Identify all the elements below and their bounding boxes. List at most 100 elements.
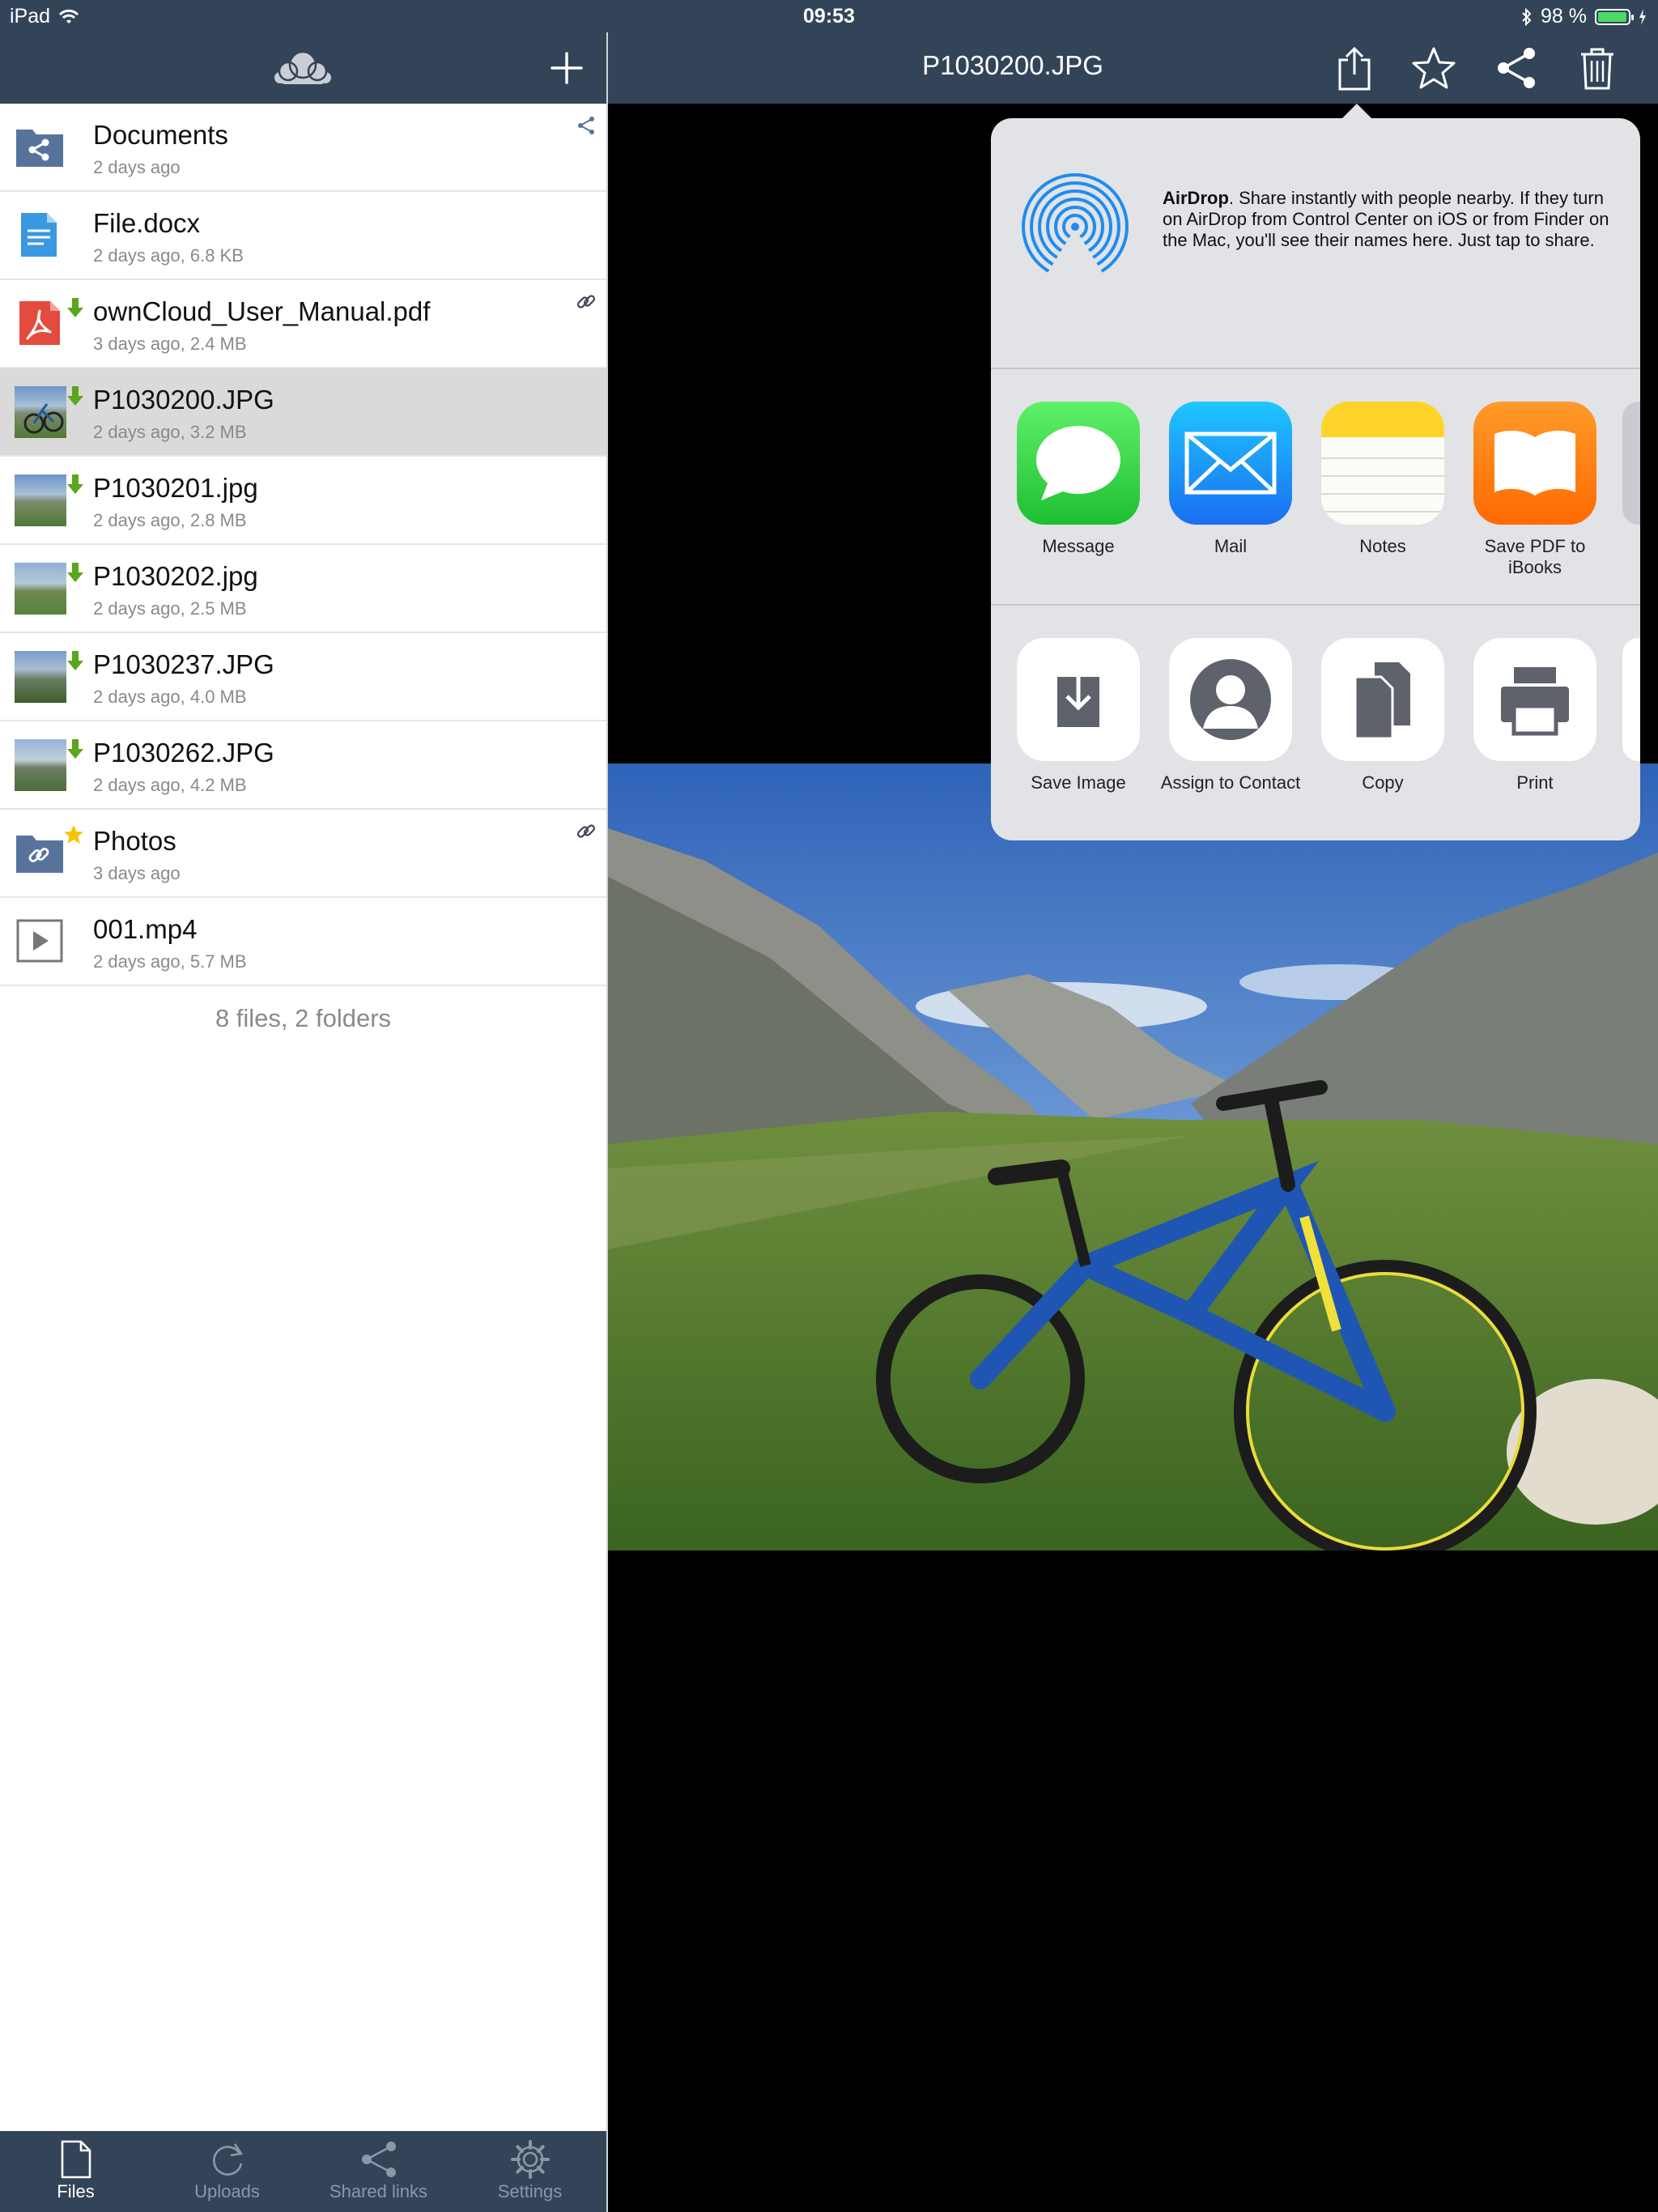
file-name: P1030237.JPG (93, 649, 274, 679)
file-meta: 2 days ago (93, 157, 181, 177)
image-thumbnail (15, 563, 66, 615)
share-label: Notes (1359, 536, 1406, 556)
image-thumbnail (15, 386, 66, 438)
link-icon (576, 824, 596, 838)
share-icon (361, 2142, 396, 2177)
owncloud-logo-icon[interactable] (272, 47, 334, 87)
mail-icon (1169, 402, 1292, 525)
file-meta: 2 days ago, 4.2 MB (93, 775, 247, 795)
downloaded-icon (67, 298, 83, 317)
airdrop-section[interactable]: AirDrop. Share instantly with people nea… (991, 118, 1640, 369)
more-actions-peek[interactable] (1622, 638, 1640, 761)
file-name: File.docx (93, 208, 201, 238)
more-apps-peek[interactable] (1622, 402, 1640, 525)
document-icon (21, 213, 57, 257)
list-item[interactable]: P1030200.JPG 2 days ago, 3.2 MB (0, 368, 606, 457)
open-in-button[interactable] (1329, 42, 1380, 94)
airdrop-title: AirDrop (1163, 188, 1229, 208)
assign-contact-button[interactable]: Assign to Contact (1154, 638, 1307, 793)
file-name: 001.mp4 (93, 914, 198, 944)
downloaded-icon (67, 739, 83, 759)
list-item[interactable]: P1030201.jpg 2 days ago, 2.8 MB (0, 457, 606, 545)
notes-icon (1321, 402, 1444, 525)
star-icon (1412, 47, 1456, 89)
share-label: Mail (1214, 536, 1248, 556)
contact-icon (1169, 638, 1292, 761)
message-icon (1017, 402, 1140, 525)
list-item[interactable]: 001.mp4 2 days ago, 5.7 MB (0, 898, 606, 986)
file-count-summary: 8 files, 2 folders (215, 1004, 392, 1032)
file-name: P1030200.JPG (93, 385, 274, 415)
list-item[interactable]: Documents 2 days ago (0, 104, 606, 192)
file-name: Documents (93, 120, 228, 150)
file-name: ownCloud_User_Manual.pdf (93, 296, 431, 326)
image-thumbnail (15, 739, 66, 791)
charging-bolt-icon (1639, 8, 1646, 25)
share-notes-button[interactable]: Notes (1307, 402, 1459, 557)
downloaded-icon (67, 474, 83, 494)
action-label: Save Image (1031, 772, 1126, 793)
preview-nav-bar: P1030200.JPG (608, 32, 1658, 104)
share-label: Message (1042, 536, 1115, 556)
list-item[interactable]: File.docx 2 days ago, 6.8 KB (0, 192, 606, 280)
file-list: Documents 2 days ago File.docx 2 days ag… (0, 104, 606, 1033)
image-thumbnail (15, 474, 66, 526)
link-folder-icon (16, 836, 63, 873)
file-meta: 2 days ago, 6.8 KB (93, 245, 244, 266)
airdrop-icon (1022, 173, 1129, 283)
files-nav-bar (0, 32, 606, 104)
copy-icon (1321, 638, 1444, 761)
file-name: P1030201.jpg (93, 473, 258, 503)
save-image-button[interactable]: Save Image (1002, 638, 1154, 793)
bluetooth-icon (1522, 7, 1532, 26)
share-sheet-arrow (1341, 104, 1373, 120)
favorite-button[interactable] (1408, 42, 1460, 94)
share-button[interactable] (1490, 42, 1542, 94)
file-meta: 2 days ago, 2.5 MB (93, 598, 247, 619)
battery-percent: 98 % (1541, 5, 1587, 28)
video-icon (16, 919, 63, 963)
status-bar: iPad 09:53 98 % (0, 0, 1658, 32)
file-meta: 3 days ago (93, 863, 181, 883)
action-label: Print (1516, 772, 1554, 793)
share-mail-button[interactable]: Mail (1154, 402, 1307, 557)
file-meta: 2 days ago, 5.7 MB (93, 951, 247, 972)
gear-icon (510, 2140, 550, 2179)
battery-fill (1598, 11, 1626, 22)
share-label: Save PDF to iBooks (1484, 536, 1586, 577)
trash-icon (1581, 48, 1613, 90)
share-message-button[interactable]: Message (1002, 402, 1154, 557)
downloaded-icon (67, 386, 83, 406)
refresh-icon (212, 2143, 243, 2176)
file-name: P1030262.JPG (93, 738, 274, 768)
preview-title: P1030200.JPG (922, 50, 1103, 80)
link-icon (576, 295, 596, 308)
delete-button[interactable] (1571, 42, 1623, 94)
open-in-icon (1338, 46, 1371, 91)
file-icon (61, 2140, 91, 2179)
share-ibooks-button[interactable]: Save PDF to iBooks (1459, 402, 1611, 578)
tab-files[interactable]: Files (0, 2131, 151, 2212)
file-meta: 2 days ago, 4.0 MB (93, 687, 247, 707)
print-button[interactable]: Print (1459, 638, 1611, 793)
list-item[interactable]: ownCloud_User_Manual.pdf 3 days ago, 2.4… (0, 280, 606, 368)
share-actions-row: Save Image Assign to Contact Copy Print (991, 606, 1640, 840)
pdf-icon (19, 301, 60, 345)
tab-label: Files (57, 2181, 95, 2201)
share-sheet: AirDrop. Share instantly with people nea… (991, 118, 1640, 840)
action-label: Copy (1362, 772, 1404, 793)
list-item[interactable]: P1030262.JPG 2 days ago, 4.2 MB (0, 721, 606, 810)
tab-settings[interactable]: Settings (454, 2131, 606, 2212)
list-item[interactable]: P1030237.JPG 2 days ago, 4.0 MB (0, 633, 606, 721)
airdrop-description: . Share instantly with people nearby. If… (1163, 188, 1609, 250)
list-item[interactable]: P1030202.jpg 2 days ago, 2.5 MB (0, 545, 606, 633)
ibooks-icon (1473, 402, 1596, 525)
file-meta: 2 days ago, 3.2 MB (93, 422, 247, 442)
copy-button[interactable]: Copy (1307, 638, 1459, 793)
favorite-star-icon (64, 825, 83, 844)
list-item[interactable]: Photos 3 days ago (0, 810, 606, 898)
add-icon[interactable] (547, 49, 586, 87)
file-meta: 2 days ago, 2.8 MB (93, 510, 247, 530)
tab-shared-links[interactable]: Shared links (303, 2131, 454, 2212)
tab-uploads[interactable]: Uploads (151, 2131, 303, 2212)
